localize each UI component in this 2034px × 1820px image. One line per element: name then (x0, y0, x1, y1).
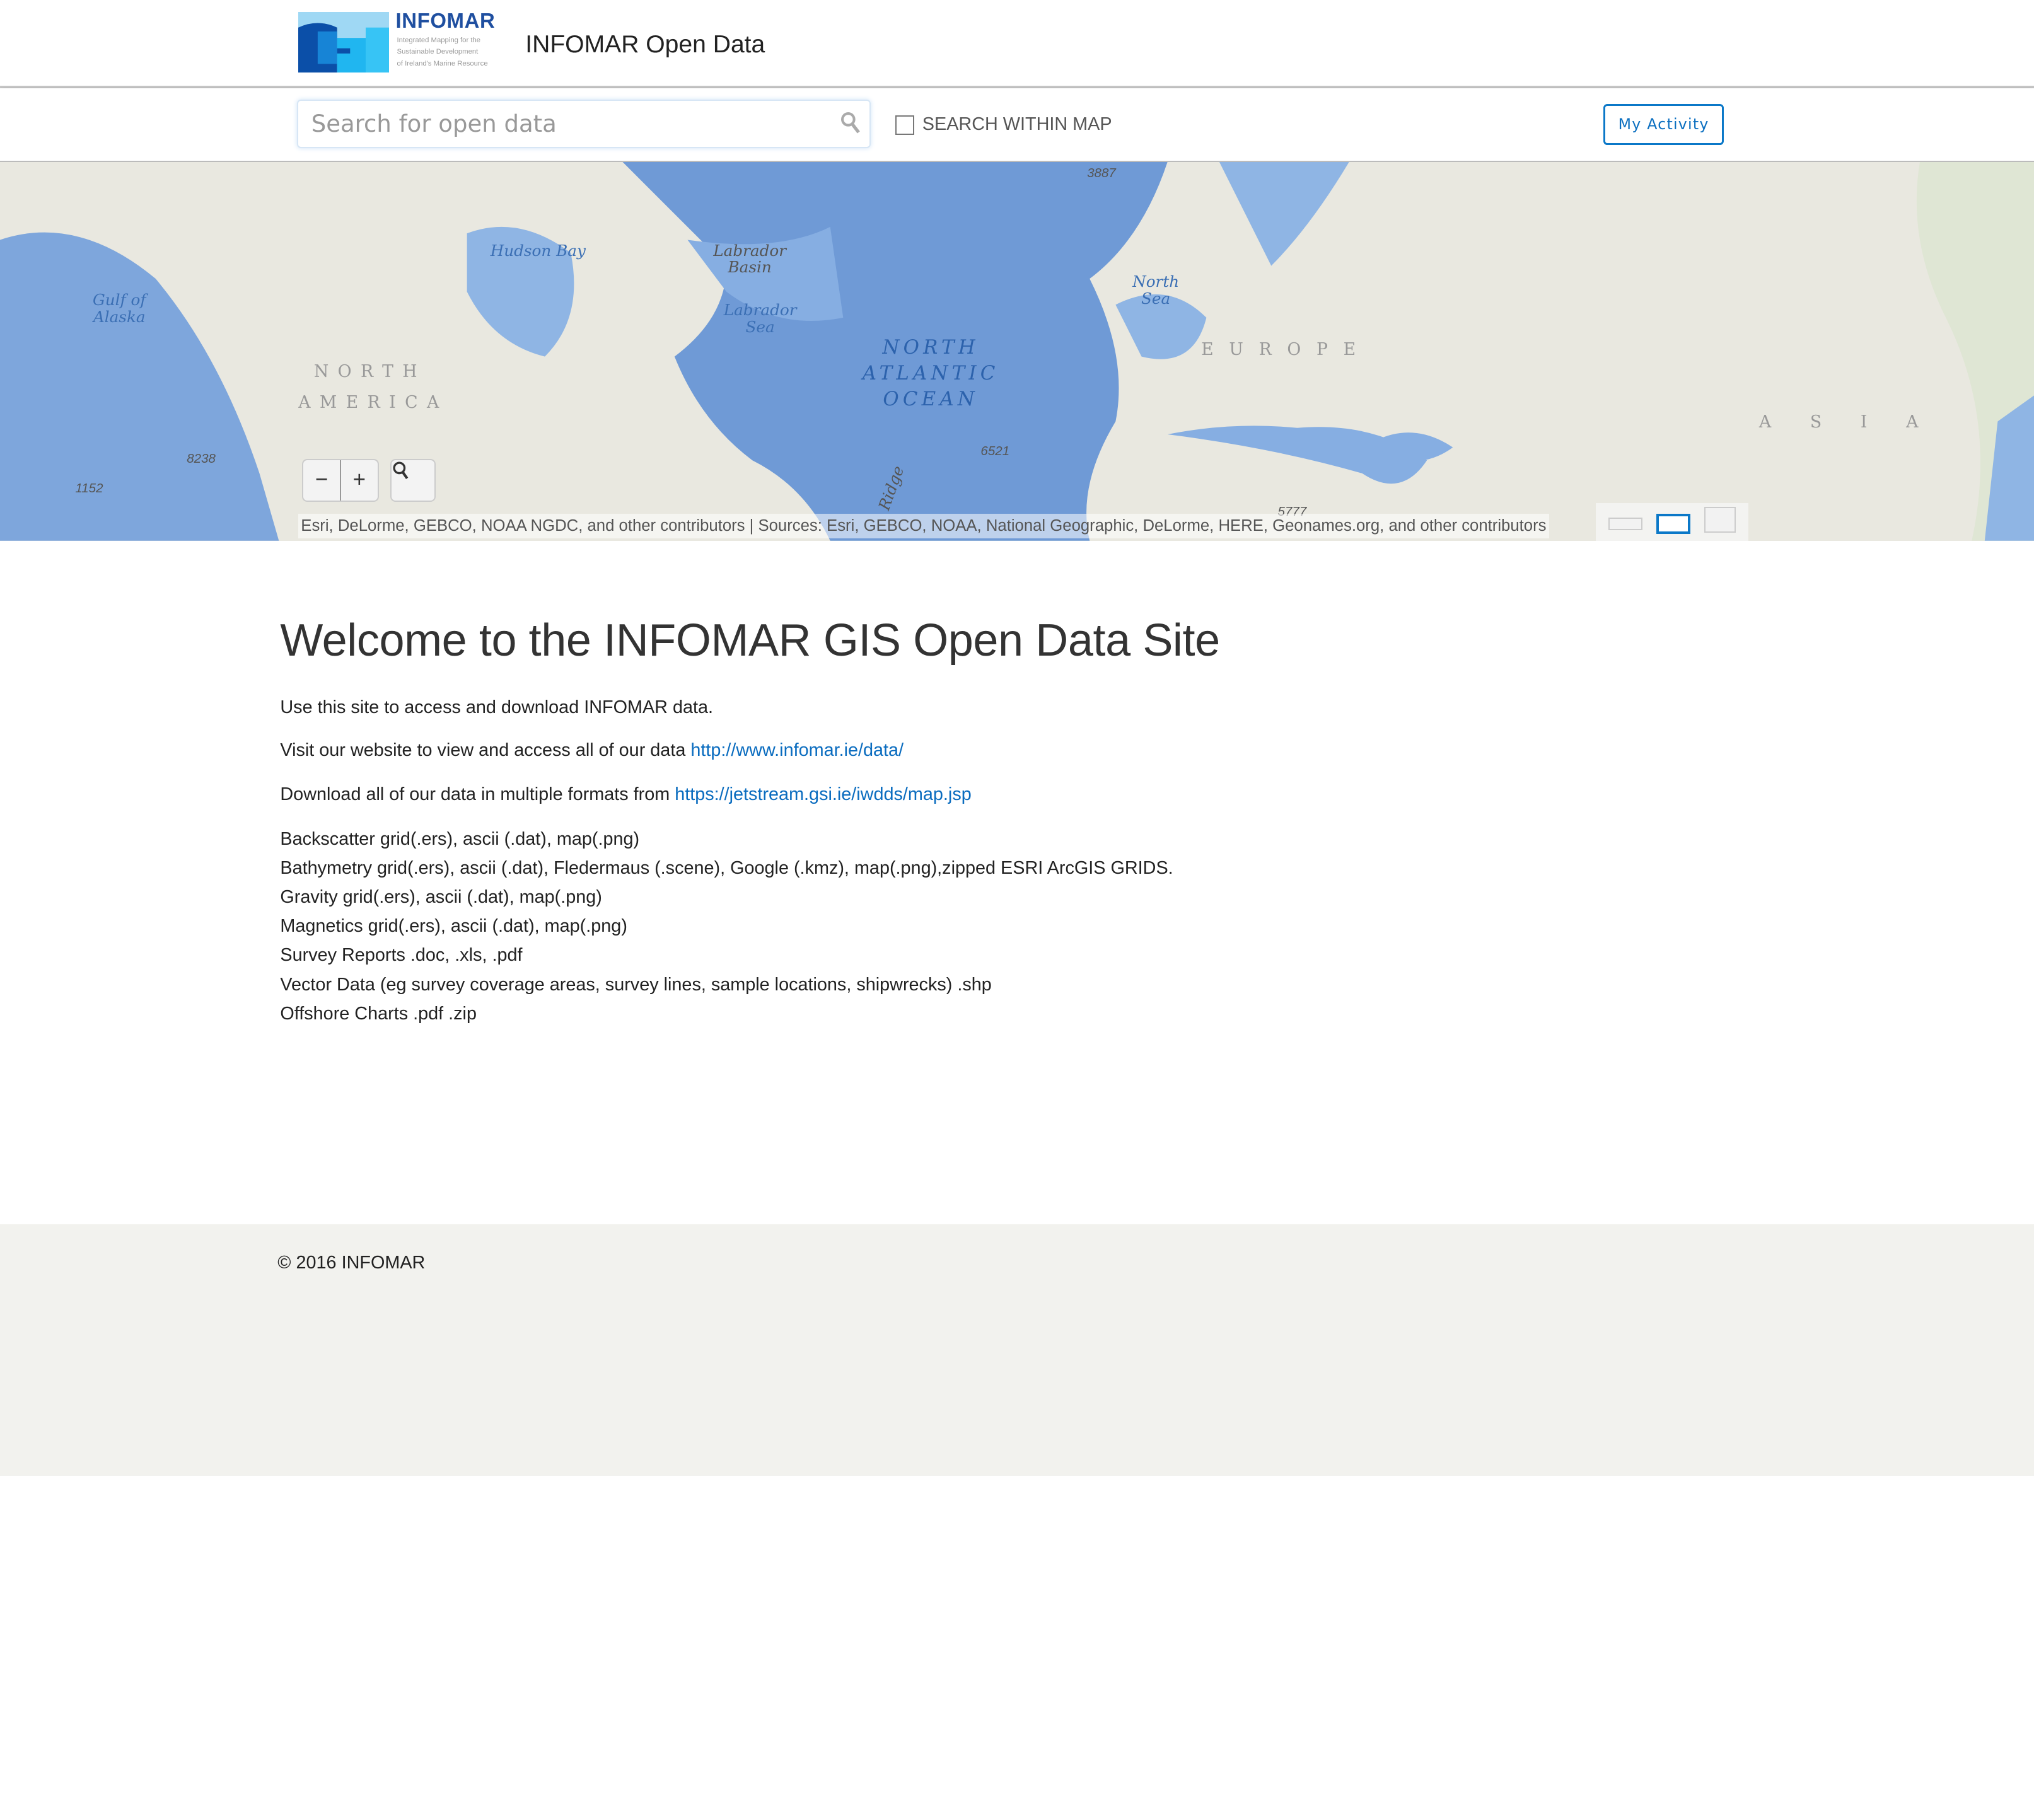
zoom-control: − + (302, 459, 379, 502)
map-label: Gulf of Alaska (93, 290, 146, 326)
depth-label: 6521 (980, 443, 1010, 458)
search-field[interactable] (297, 100, 871, 148)
logo-graphic (298, 11, 390, 73)
copyright: © 2016 INFOMAR (277, 1253, 426, 1273)
format-item: Bathymetry grid(.ers), ascii (.dat), Fle… (280, 858, 1173, 879)
download-label: Download all of our data in multiple for… (280, 784, 675, 805)
search-within-map-checkbox[interactable] (895, 115, 915, 135)
infomar-logo[interactable]: INFOMAR Integrated Mapping for the Susta… (298, 9, 506, 73)
map-label: Labrador Sea (723, 301, 797, 337)
site-header: INFOMAR Integrated Mapping for the Susta… (0, 0, 2034, 88)
depth-label: 1152 (75, 481, 103, 496)
basemap-option-active[interactable] (1656, 513, 1690, 535)
basemap-option[interactable] (1704, 507, 1736, 533)
logo-tagline: Sustainable Development (397, 48, 479, 56)
visit-label: Visit our website to view and access all… (280, 740, 691, 761)
map-label: AMERICA (298, 393, 448, 413)
visit-text: Visit our website to view and access all… (280, 738, 1707, 763)
map-search-button[interactable] (390, 459, 436, 502)
search-icon[interactable] (840, 112, 861, 135)
formats-list: Backscatter grid(.ers), ascii (.dat), ma… (280, 825, 1707, 1028)
map-attribution: Esri, DeLorme, GEBCO, NOAA NGDC, and oth… (298, 513, 1549, 538)
map-label: North Sea (1132, 272, 1180, 308)
infomar-data-link[interactable]: http://www.infomar.ie/data/ (690, 740, 904, 760)
page-title: Welcome to the INFOMAR GIS Open Data Sit… (280, 615, 1220, 666)
jetstream-link[interactable]: https://jetstream.gsi.ie/iwdds/map.jsp (675, 784, 972, 804)
main-content: Welcome to the INFOMAR GIS Open Data Sit… (280, 615, 1707, 1028)
download-text: Download all of our data in multiple for… (280, 782, 1707, 808)
logo-tagline: Integrated Mapping for the (397, 36, 481, 44)
logo-tagline: of Ireland's Marine Resource (397, 59, 488, 67)
depth-label: 8238 (187, 451, 216, 466)
format-item: Magnetics grid(.ers), ascii (.dat), map(… (280, 916, 627, 937)
site-footer: © 2016 INFOMAR (0, 1224, 2034, 1476)
map-label: NORTH ATLANTIC OCEAN (862, 335, 999, 411)
format-item: Backscatter grid(.ers), ascii (.dat), ma… (280, 829, 640, 850)
format-item: Offshore Charts .pdf .zip (280, 1003, 477, 1024)
depth-label: 3887 (1087, 166, 1116, 181)
zoom-out-button[interactable]: − (303, 460, 341, 501)
basemap-option[interactable] (1608, 517, 1642, 531)
site-title[interactable]: INFOMAR Open Data (525, 31, 765, 59)
zoom-in-button[interactable]: + (341, 460, 378, 501)
map-label: ASIA (1758, 412, 1958, 432)
search-bar: SEARCH WITHIN MAP My Activity (0, 88, 2034, 163)
map-label: EUROPE (1201, 340, 1371, 360)
search-icon (393, 461, 409, 480)
map-label: NORTH (313, 362, 427, 381)
basemap-toggle (1595, 503, 1749, 541)
map-label: Hudson Bay (490, 241, 586, 260)
format-item: Gravity grid(.ers), ascii (.dat), map(.p… (280, 887, 602, 908)
logo-word: INFOMAR (395, 9, 496, 33)
intro-text: Use this site to access and download INF… (280, 697, 714, 718)
search-within-map-label[interactable]: SEARCH WITHIN MAP (922, 114, 1112, 135)
map-label: Labrador Basin (713, 241, 787, 277)
my-activity-button[interactable]: My Activity (1603, 103, 1724, 146)
format-item: Vector Data (eg survey coverage areas, s… (280, 974, 992, 995)
map-view[interactable]: Hudson Bay Labrador Basin Labrador Sea G… (0, 162, 2034, 541)
search-input[interactable] (298, 101, 844, 147)
format-item: Survey Reports .doc, .xls, .pdf (280, 945, 523, 966)
